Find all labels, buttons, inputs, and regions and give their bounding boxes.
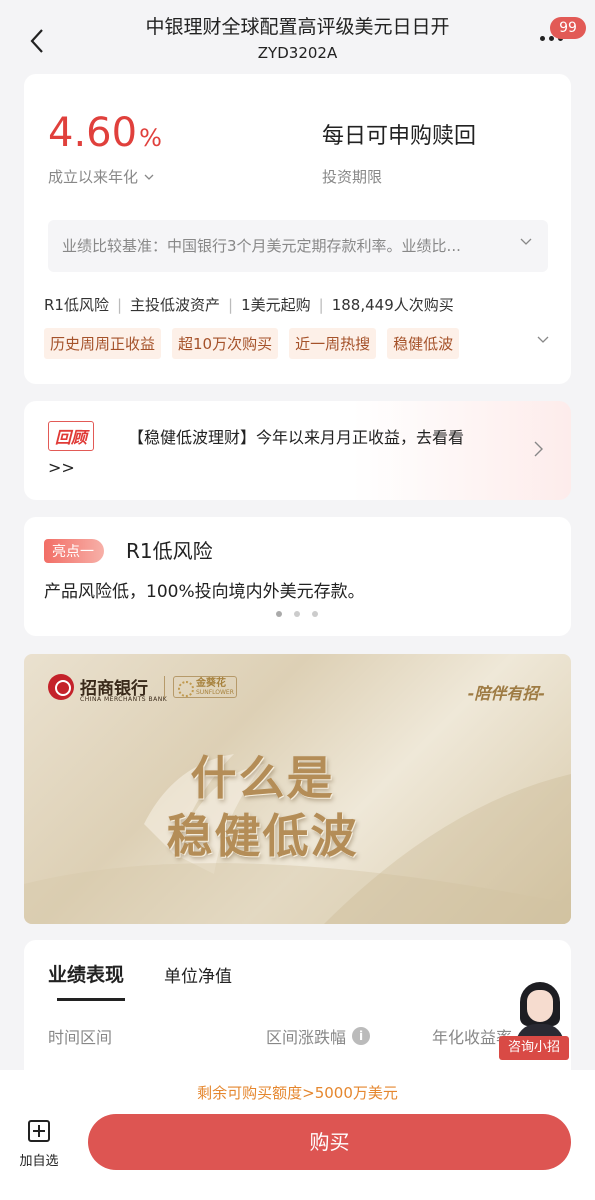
info-icon[interactable]: i [352,1027,371,1045]
product-code: ZYD3202A [257,44,338,62]
divider: | [318,295,324,314]
top-nav-bar: 中银理财全球配置高评级美元日日开 ZYD3202A 99 [0,0,595,74]
sub-brand-en: SUNFLOWER [196,689,234,696]
rate-label: 成立以来年化 [48,168,139,186]
product-summary-card: 4.60% 成立以来年化 每日可申购赎回 投资期限 业绩比较基准：中国银行3个月… [24,74,571,384]
carousel-dot [294,611,300,617]
banner-slogan: -陪伴有招- [467,684,545,703]
rate-value: 4.60 [48,110,138,156]
investment-period-label: 投资期限 [322,168,383,186]
tab-performance[interactable]: 业绩表现 [48,960,124,987]
column-header-period: 时间区间 [48,1028,113,1047]
attribute-min-purchase: 1美元起购 [241,296,311,314]
divider: | [228,295,234,314]
investment-period-value: 每日可申购赎回 [322,124,477,149]
tab-unit-nav[interactable]: 单位净值 [164,962,232,987]
highlight-tag: 亮点一 [44,539,104,563]
carousel-dot [312,611,318,617]
feature-tags: 历史周周正收益 超10万次购买 近一周热搜 稳健低波 [44,328,460,359]
review-tag: 回顾 [48,421,95,451]
feature-tag: 历史周周正收益 [44,328,162,359]
column-header-change: 区间涨跌幅 i [266,1024,371,1048]
product-attributes: R1低风险 | 主投低波资产 | 1美元起购 | 188,449人次购买 [44,294,454,315]
review-card[interactable]: 【稳健低波理财】今年以来月月正收益，去看看>> 回顾 [24,401,571,500]
attribute-asset: 主投低波资产 [130,296,221,314]
remaining-quota: 剩余可购买额度>5000万美元 [197,1084,398,1102]
banner-headline-1: 什么是 [190,751,335,805]
bank-name-en: CHINA MERCHANTS BANK [80,696,168,703]
column-header-change-label: 区间涨跌幅 [266,1028,347,1047]
chevron-down-icon [520,238,532,245]
highlight-title: R1低风险 [126,539,213,563]
divider [164,676,165,698]
carousel-dot-active [276,611,282,617]
add-plus-icon [28,1120,50,1142]
add-favorite-button[interactable]: 加自选 [18,1120,60,1169]
benchmark-text: 业绩比较基准：中国银行3个月美元定期存款利率。业绩比... [62,237,461,255]
product-title: 中银理财全球配置高评级美元日日开 [145,16,450,38]
bottom-action-bar: 剩余可购买额度>5000万美元 加自选 购买 [0,1070,595,1200]
attribute-purchase-count: 188,449人次购买 [331,296,454,314]
banner-headline-2: 稳健低波 [166,809,359,863]
annualized-rate: 4.60% [48,110,162,156]
divider: | [116,295,123,314]
add-favorite-label: 加自选 [19,1154,59,1169]
sunflower-logo: 金葵花 SUNFLOWER [173,676,237,698]
buy-button[interactable]: 购买 [88,1114,571,1170]
consult-assistant-button[interactable]: 咨询小招 [499,1036,569,1060]
chevron-down-icon [144,174,154,180]
highlight-card[interactable]: 亮点一 R1低风险 产品风险低，100%投向境内外美元存款。 [24,517,571,636]
benchmark-box[interactable]: 业绩比较基准：中国银行3个月美元定期存款利率。业绩比... [48,220,548,272]
review-text: 【稳健低波理财】今年以来月月正收益，去看看>> [48,428,465,477]
performance-card: 业绩表现 单位净值 时间区间 区间涨跌幅 i 年化收益率 [24,940,571,1080]
rate-unit: % [139,124,162,152]
chevron-down-icon[interactable] [537,336,549,344]
back-arrow-icon[interactable] [22,26,52,56]
active-tab-indicator [57,998,125,1001]
attribute-risk: R1低风险 [44,296,109,314]
feature-tag: 稳健低波 [387,328,460,359]
feature-tag: 超10万次购买 [172,328,279,359]
rate-label-dropdown[interactable]: 成立以来年化 [48,166,154,187]
assistant-avatar[interactable] [512,980,568,1042]
highlight-description: 产品风险低，100%投向境内外美元存款。 [44,582,365,602]
message-count-badge: 99 [550,17,586,39]
cmb-logo-icon [48,674,74,700]
promo-banner[interactable]: 招商银行 CHINA MERCHANTS BANK 金葵花 SUNFLOWER … [24,654,571,924]
chevron-right-icon [534,441,543,457]
sub-brand: 金葵花 [196,678,226,689]
feature-tag: 近一周热搜 [289,328,377,359]
carousel-dots [276,611,318,617]
